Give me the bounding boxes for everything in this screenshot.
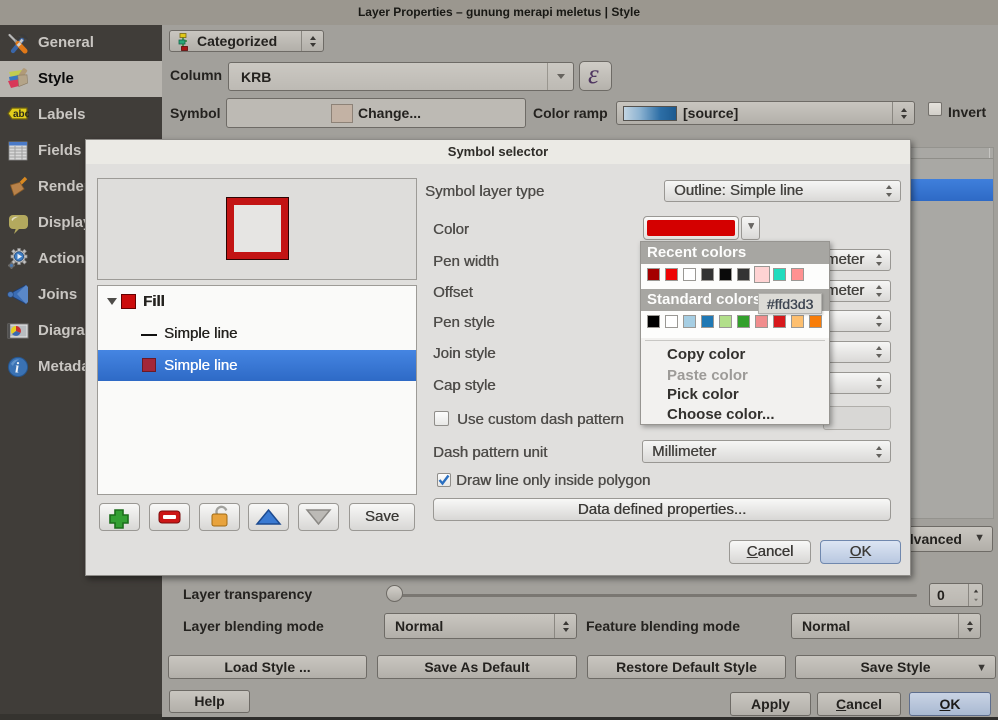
svg-text:abc: abc [13,109,29,120]
